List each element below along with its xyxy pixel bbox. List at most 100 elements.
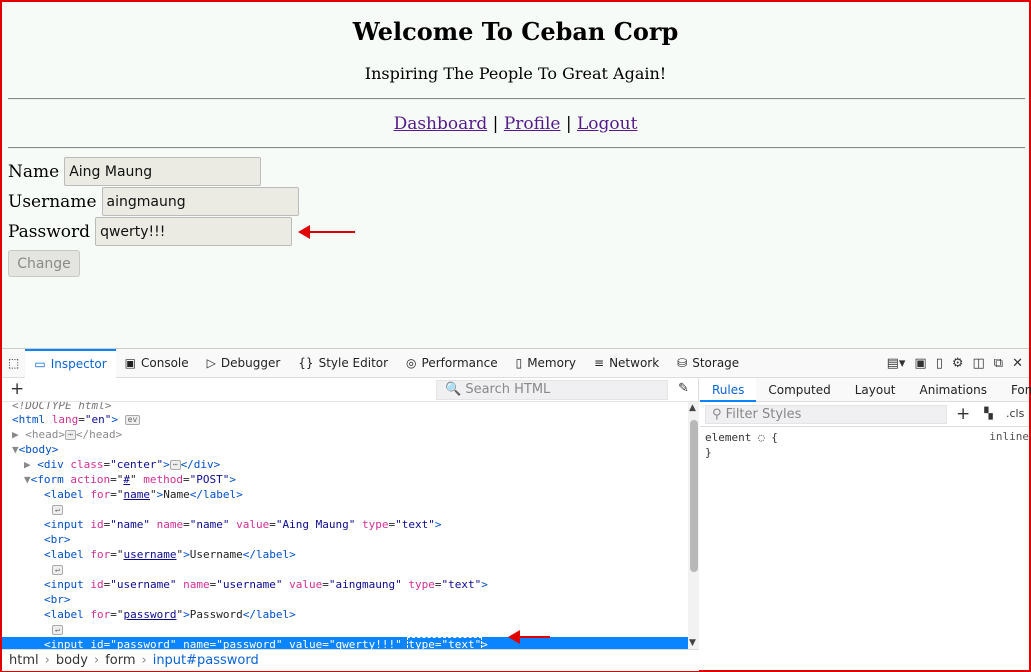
settings-gear-icon[interactable]: ⚙ <box>952 356 964 371</box>
tree-node-label-name[interactable]: <label for="name">Name</label> <box>2 487 688 502</box>
devtools-toolbar: ⬚ ▭ Inspector ▣ Console ▷ Debugger {} Style … <box>2 348 1029 378</box>
scroll-down-icon[interactable]: ▼ <box>689 638 696 648</box>
dock-side-icon[interactable]: ◫ <box>973 356 985 371</box>
web-page: Welcome To Ceban Corp Inspiring The Peop… <box>2 2 1029 348</box>
name-row: Name <box>8 157 262 186</box>
markup-tree: <!DOCTYPE html> <html lang="en"> ev ▶ <h… <box>2 402 688 650</box>
event-badge[interactable]: ev <box>124 415 141 425</box>
rules-sidebar: Rules Computed Layout Animations Fonts ⚲… <box>700 377 1031 671</box>
breadcrumb-body[interactable]: body <box>56 653 88 668</box>
username-row: Username <box>8 187 299 216</box>
tab-storage[interactable]: ⛁ Storage <box>668 349 748 378</box>
tree-node-br[interactable]: <br> <box>2 592 688 607</box>
tab-network[interactable]: ≡ Network <box>585 349 668 378</box>
tab-console[interactable]: ▣ Console <box>116 349 198 378</box>
tree-node-form[interactable]: ▼<form action="#" method="POST"> <box>2 472 688 487</box>
pick-element-icon[interactable]: ⬚ <box>2 349 25 378</box>
markup-view: + 🔍 Search HTML ✎ <!DOCTYPE html> <html … <box>2 378 699 651</box>
element-rule[interactable]: element ◌ { } <box>705 430 778 460</box>
tree-node-input-username[interactable]: <input id="username" name="username" val… <box>2 577 688 592</box>
responsive-mode-icon[interactable]: ▯ <box>936 356 943 371</box>
breadcrumb-separator-icon: › <box>93 653 100 668</box>
profile-link[interactable]: Profile <box>504 114 561 134</box>
change-button[interactable]: Change <box>8 250 80 277</box>
rule-source: inline <box>989 430 1029 443</box>
separate-window-icon[interactable]: ⧉ <box>994 356 1003 371</box>
dashboard-link[interactable]: Dashboard <box>394 114 488 134</box>
tree-node-label-password[interactable]: <label for="password">Password</label> <box>2 607 688 622</box>
breadcrumb: html › body › form › input#password <box>2 649 699 671</box>
name-field[interactable] <box>64 157 262 186</box>
tree-node-html[interactable]: <html lang="en"> ev <box>2 412 688 427</box>
page-subtitle: Inspiring The People To Great Again! <box>364 64 667 83</box>
tree-node-body[interactable]: ▼<body> <box>2 442 688 457</box>
whitespace-badge[interactable]: ↵ <box>52 565 63 575</box>
node-highlight-icon[interactable]: ◌ <box>758 431 765 444</box>
divider-top <box>8 98 1025 100</box>
expand-triangle-icon[interactable]: ▶ <box>12 428 19 441</box>
filter-styles-input[interactable]: ⚲ Filter Styles <box>705 405 947 424</box>
password-label: Password <box>8 221 91 242</box>
tree-node-label-username[interactable]: <label for="username">Username</label> <box>2 547 688 562</box>
dock-menu-icon[interactable]: ▤▾ <box>887 356 906 371</box>
tab-fonts[interactable]: Fonts <box>999 378 1031 402</box>
tab-style-editor[interactable]: {} Style Editor <box>289 349 397 378</box>
logout-link[interactable]: Logout <box>577 114 637 134</box>
filter-icon: ⚲ <box>712 407 722 422</box>
tree-node-head[interactable]: ▶ <head> ⋯ </head> <box>2 427 688 442</box>
debugger-icon: ▷ <box>206 356 216 370</box>
search-html-input[interactable]: 🔍 Search HTML <box>436 380 668 400</box>
username-field[interactable] <box>101 187 299 216</box>
divider-bottom <box>8 147 1025 149</box>
breadcrumb-form[interactable]: form <box>105 653 135 668</box>
breadcrumb-separator-icon: › <box>44 653 50 668</box>
tab-computed[interactable]: Computed <box>756 378 842 402</box>
collapsed-dots[interactable]: ⋯ <box>65 430 76 440</box>
tab-animations[interactable]: Animations <box>908 378 999 402</box>
split-console-icon[interactable]: ▣ <box>914 356 926 371</box>
tab-memory[interactable]: ▯ Memory <box>507 349 585 378</box>
breadcrumb-input-password[interactable]: input#password <box>153 653 259 668</box>
collapsed-dots[interactable]: ⋯ <box>169 460 181 470</box>
style-editor-icon: {} <box>298 356 314 370</box>
pseudo-class-toggle-icon[interactable]: ▝▖ <box>980 407 997 420</box>
annotation-arrow-password <box>298 225 355 239</box>
close-icon[interactable]: ✕ <box>1012 356 1023 371</box>
nav-links: Dashboard | Profile | Logout <box>2 114 1029 134</box>
name-label: Name <box>8 161 60 182</box>
add-rule-icon[interactable]: + <box>956 404 970 424</box>
cls-toggle[interactable]: .cls <box>1006 407 1024 420</box>
toolbar-right-actions: ▤▾ ▣ ▯ ⚙ ◫ ⧉ ✕ <box>887 349 1023 378</box>
whitespace-badge[interactable]: ↵ <box>52 505 63 515</box>
tab-layout[interactable]: Layout <box>843 378 908 402</box>
password-row: Password <box>8 217 293 246</box>
tree-node-div[interactable]: ▶ <div class="center"> ⋯ </div> <box>2 457 688 472</box>
eyedropper-icon[interactable]: ✎ <box>678 381 689 396</box>
markup-scrollbar[interactable]: ▲ ▼ <box>688 402 699 650</box>
tree-node-whitespace[interactable]: ↵ <box>2 622 688 637</box>
tab-debugger[interactable]: ▷ Debugger <box>198 349 290 378</box>
add-node-icon[interactable]: + <box>10 379 24 399</box>
scroll-up-icon[interactable]: ▲ <box>689 403 696 413</box>
tree-node-whitespace[interactable]: ↵ <box>2 562 688 577</box>
devtools-panel: ⬚ ▭ Inspector ▣ Console ▷ Debugger {} Style … <box>2 348 1031 671</box>
nav-separator: | <box>565 114 572 134</box>
password-field[interactable] <box>95 217 293 246</box>
inspector-icon: ▭ <box>34 357 46 371</box>
tab-performance[interactable]: ◎ Performance <box>397 349 507 378</box>
tree-node-whitespace[interactable]: ↵ <box>2 502 688 517</box>
whitespace-badge[interactable]: ↵ <box>52 625 63 635</box>
filter-row: ⚲ Filter Styles + ▝▖ .cls <box>700 402 1029 427</box>
tree-node-input-name[interactable]: <input id="name" name="name" value="Aing… <box>2 517 688 532</box>
markup-search-bar: + 🔍 Search HTML ✎ <box>2 378 698 402</box>
scrollbar-thumb[interactable] <box>690 420 698 572</box>
breadcrumb-html[interactable]: html <box>9 653 39 668</box>
console-icon: ▣ <box>124 356 137 370</box>
collapse-triangle-icon[interactable]: ▼ <box>24 473 31 486</box>
expand-triangle-icon[interactable]: ▶ <box>24 458 31 471</box>
tab-rules[interactable]: Rules <box>700 377 757 402</box>
tree-node-br[interactable]: <br> <box>2 532 688 547</box>
tab-inspector[interactable]: ▭ Inspector <box>25 348 116 378</box>
collapse-triangle-icon[interactable]: ▼ <box>12 443 19 456</box>
memory-icon: ▯ <box>515 356 523 370</box>
